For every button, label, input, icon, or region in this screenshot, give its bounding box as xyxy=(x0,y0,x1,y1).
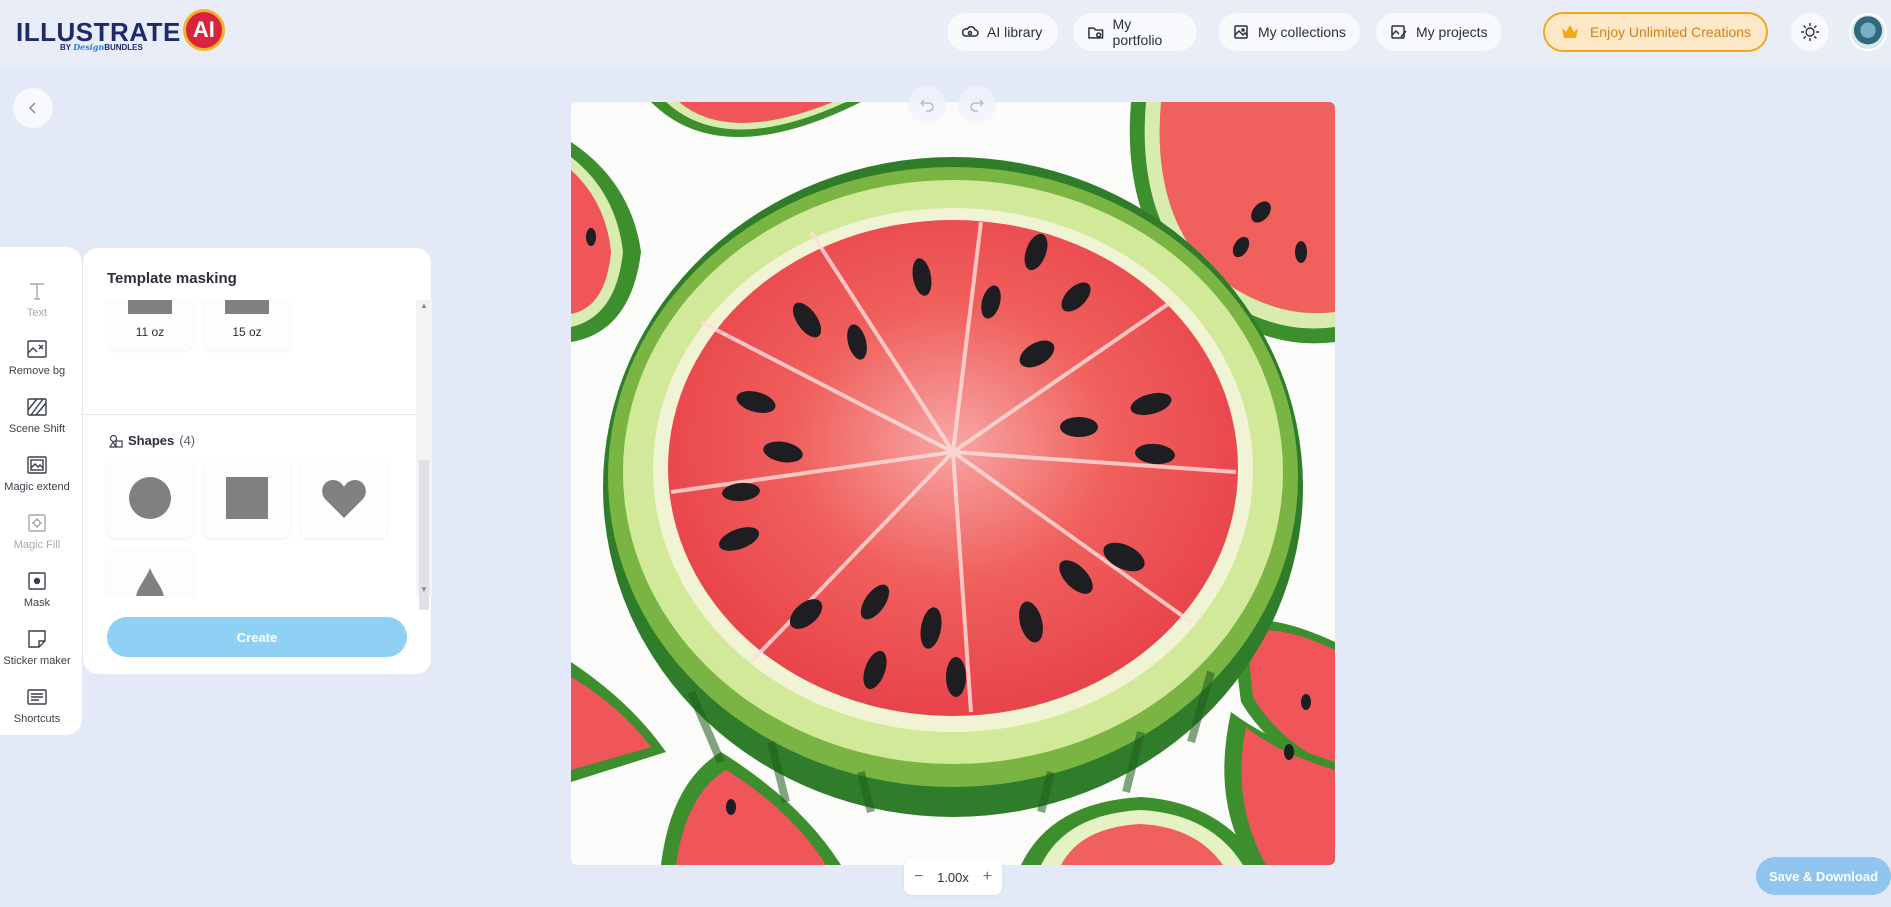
tool-magic-extend[interactable]: Magic extend xyxy=(0,445,74,501)
remove-bg-icon xyxy=(27,339,47,358)
nav-label: My collections xyxy=(1258,24,1346,40)
create-button[interactable]: Create xyxy=(107,617,407,657)
tool-scene-shift[interactable]: Scene Shift xyxy=(0,387,74,443)
mug-shape-preview xyxy=(128,300,172,314)
redo-button[interactable] xyxy=(958,86,996,124)
section-divider xyxy=(83,414,419,415)
tool-label: Mask xyxy=(23,596,51,609)
shape-drop[interactable] xyxy=(107,550,193,596)
size-option-15oz[interactable]: 15 oz xyxy=(204,300,290,350)
logo-ai-badge: AI xyxy=(182,9,225,51)
user-avatar[interactable] xyxy=(1849,13,1887,51)
mask-icon xyxy=(28,571,46,590)
magic-fill-icon xyxy=(28,513,46,532)
nav-label: AI library xyxy=(987,24,1043,40)
shapes-count: (4) xyxy=(179,433,196,448)
scroll-up-arrow[interactable]: ▲ xyxy=(416,300,432,312)
zoom-in-button[interactable]: + xyxy=(983,868,992,886)
size-option-11oz[interactable]: 11 oz xyxy=(107,300,193,350)
canvas-image[interactable] xyxy=(571,102,1335,865)
square-shape-icon xyxy=(226,477,268,519)
tool-label: Magic extend xyxy=(4,480,70,493)
text-icon xyxy=(30,282,44,300)
size-label: 11 oz xyxy=(135,325,165,339)
shapes-label: Shapes xyxy=(128,433,175,448)
chevron-left-icon xyxy=(28,102,36,114)
crown-icon xyxy=(1561,25,1578,38)
undo-icon xyxy=(919,99,934,112)
watermelon-illustration xyxy=(571,102,1335,865)
logo-sub-suffix: BUNDLES xyxy=(104,43,143,52)
tool-text[interactable]: Text xyxy=(0,271,74,327)
mug-shape-preview xyxy=(225,300,269,314)
nav-label: My portfolio xyxy=(1112,16,1163,48)
tool-label: Scene Shift xyxy=(8,422,66,435)
shape-circle[interactable] xyxy=(107,458,193,538)
tool-mask[interactable]: Mask xyxy=(0,561,74,617)
shortcuts-icon xyxy=(27,688,47,705)
logo-sub-script: Design xyxy=(73,42,105,52)
brain-cloud-icon xyxy=(961,26,979,37)
nav-ai-library[interactable]: AI library xyxy=(947,13,1058,51)
shapes-section-title: Shapes (4) xyxy=(109,433,195,448)
shapes-icon xyxy=(109,434,123,448)
sun-icon xyxy=(1801,23,1819,41)
portfolio-icon xyxy=(1088,27,1104,39)
premium-label: Enjoy Unlimited Creations xyxy=(1589,24,1752,40)
template-masking-panel: Template masking 11 oz 15 oz Shapes (4) xyxy=(82,247,432,675)
tool-magic-fill[interactable]: Magic Fill xyxy=(0,503,74,559)
circle-shape-icon xyxy=(129,477,171,519)
back-button[interactable] xyxy=(13,88,53,128)
panel-scroll-area[interactable]: 11 oz 15 oz Shapes (4) xyxy=(83,300,419,596)
tool-label: Text xyxy=(26,306,48,319)
shape-square[interactable] xyxy=(204,458,290,538)
zoom-level: 1.00x xyxy=(937,869,969,885)
tool-shortcuts[interactable]: Shortcuts xyxy=(0,677,74,733)
zoom-out-button[interactable]: − xyxy=(914,868,923,886)
nav-my-portfolio[interactable]: My portfolio xyxy=(1073,13,1197,51)
theme-toggle-button[interactable] xyxy=(1791,13,1829,51)
logo-sub-prefix: BY xyxy=(60,43,71,52)
tool-label: Remove bg xyxy=(8,364,66,377)
undo-button[interactable] xyxy=(908,86,946,124)
nav-label: My projects xyxy=(1416,24,1488,40)
tool-sidebar: Text Remove bg Scene Shift Magic extend … xyxy=(0,247,82,735)
nav-my-collections[interactable]: My collections xyxy=(1218,13,1360,51)
top-header: ILLUSTRATE AI BY DesignBUNDLES AI librar… xyxy=(0,0,1891,67)
magic-extend-icon xyxy=(27,455,47,474)
tool-label: Magic Fill xyxy=(13,538,61,551)
drop-shape-icon xyxy=(136,568,164,596)
tool-label: Sticker maker xyxy=(3,654,71,667)
tool-sticker-maker[interactable]: Sticker maker xyxy=(0,619,74,675)
heart-shape-icon xyxy=(322,480,366,518)
panel-scrollbar[interactable]: ▲ ▼ xyxy=(416,300,432,610)
nav-my-projects[interactable]: My projects xyxy=(1376,13,1502,51)
tool-remove-bg[interactable]: Remove bg xyxy=(0,329,74,385)
panel-title: Template masking xyxy=(107,270,237,287)
save-download-button[interactable]: Save & Download xyxy=(1756,857,1891,895)
tool-label: Shortcuts xyxy=(13,712,61,725)
shape-heart[interactable] xyxy=(301,458,387,538)
zoom-control: − 1.00x + xyxy=(904,859,1002,895)
scroll-down-arrow[interactable]: ▼ xyxy=(416,584,432,596)
sticker-icon xyxy=(28,629,46,648)
collections-icon xyxy=(1234,25,1248,39)
redo-icon xyxy=(970,99,985,112)
projects-icon xyxy=(1391,25,1407,39)
size-label: 15 oz xyxy=(232,325,262,339)
logo-subtitle: BY DesignBUNDLES xyxy=(60,42,143,52)
scene-shift-icon xyxy=(27,397,47,416)
enjoy-unlimited-creations-button[interactable]: Enjoy Unlimited Creations xyxy=(1543,12,1768,52)
logo[interactable]: ILLUSTRATE AI BY DesignBUNDLES xyxy=(16,9,225,52)
